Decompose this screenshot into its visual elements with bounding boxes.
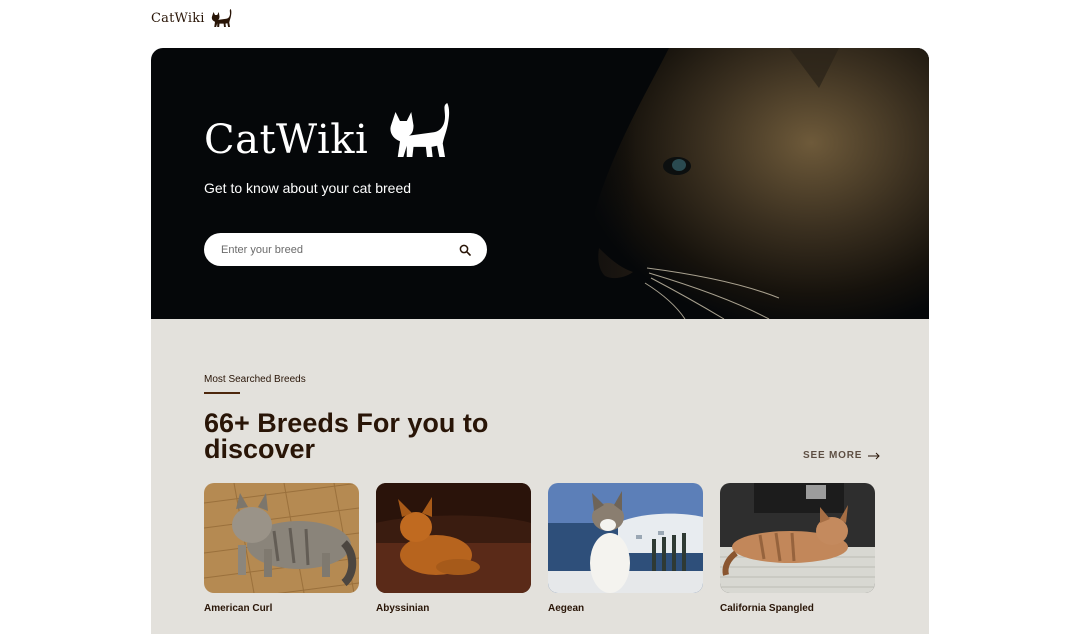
hero-banner: CatWiki Get to know about your cat breed [151,48,929,319]
brand-wordmark-small: CatWiki [151,10,205,26]
cat-icon [390,103,450,157]
breed-card-list: American Curl Abyssinian Aegean Californ… [204,483,875,614]
breed-photo[interactable] [204,483,359,593]
arrow-right-icon [868,452,880,459]
hero-brand-wordmark: CatWiki [204,117,369,163]
hero-cat-photo [539,48,929,319]
breed-photo[interactable] [720,483,875,593]
breed-card[interactable]: Aegean [548,483,703,614]
breed-card[interactable]: Abyssinian [376,483,531,614]
section-divider [204,392,240,394]
breed-photo[interactable] [548,483,703,593]
section-label: Most Searched Breeds [204,374,306,385]
cat-icon [211,9,232,27]
search-icon[interactable] [459,244,471,256]
breed-search-input[interactable] [221,243,459,256]
breed-name[interactable]: California Spangled [720,603,875,614]
section-headline: 66+ Breeds For you to discover [204,408,489,464]
see-more-label: SEE MORE [803,450,863,461]
most-searched-breeds-section: Most Searched Breeds 66+ Breeds For you … [151,319,929,634]
breed-search-box[interactable] [204,233,487,266]
breed-photo[interactable] [376,483,531,593]
see-more-link[interactable]: SEE MORE [803,450,880,461]
breed-name[interactable]: American Curl [204,603,359,614]
breed-name[interactable]: Aegean [548,603,703,614]
hero-tagline: Get to know about your cat breed [204,180,412,196]
top-logo[interactable]: CatWiki [151,6,233,30]
breed-card[interactable]: American Curl [204,483,359,614]
breed-card[interactable]: California Spangled [720,483,875,614]
hero-logo: CatWiki [204,100,454,160]
breed-name[interactable]: Abyssinian [376,603,531,614]
